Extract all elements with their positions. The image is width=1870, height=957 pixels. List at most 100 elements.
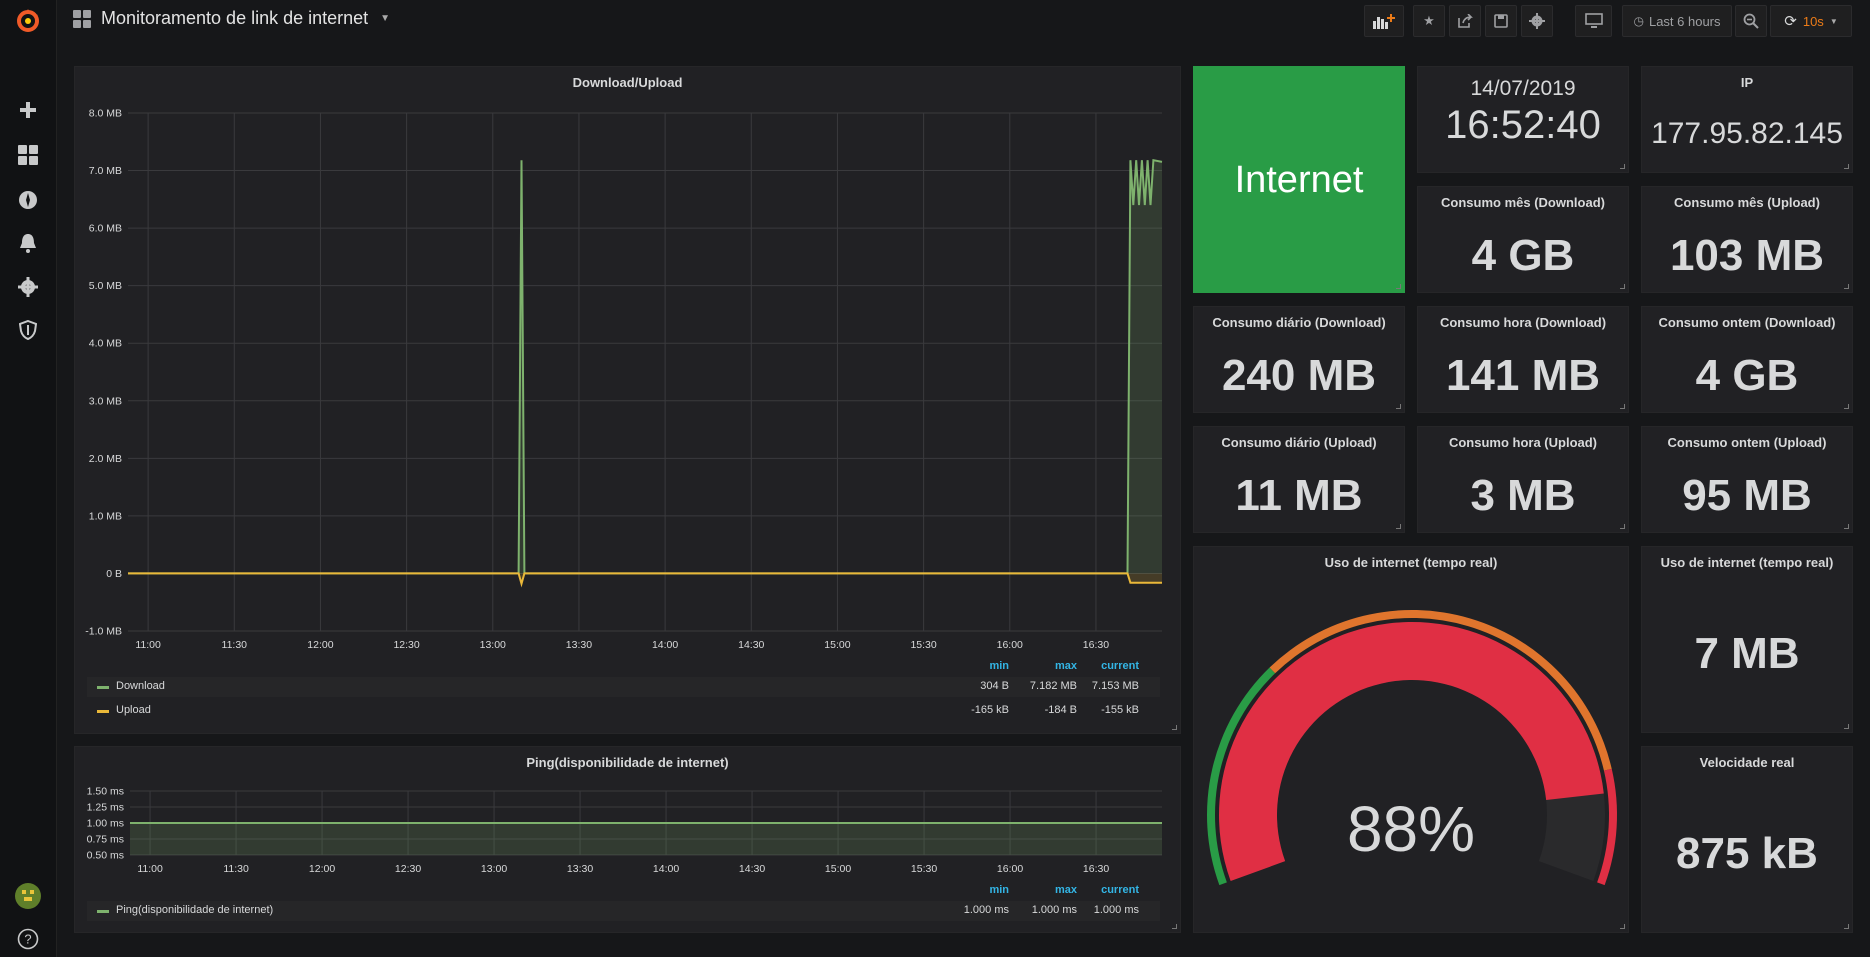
clock-date: 14/07/2019 bbox=[1470, 77, 1576, 100]
legend-series-name[interactable]: Ping(disponibilidade de internet) bbox=[116, 904, 273, 916]
x-tick-label: 16:30 bbox=[1083, 639, 1109, 651]
resize-handle[interactable] bbox=[1396, 404, 1401, 409]
stat-value: 7 MB bbox=[1694, 629, 1800, 678]
legend-header-current[interactable]: current bbox=[1059, 660, 1139, 672]
settings-button[interactable] bbox=[1521, 5, 1553, 37]
internet-status-panel[interactable]: Internet bbox=[1193, 66, 1405, 293]
consumo-diario-upload-panel: Consumo diário (Upload) 11 MB bbox=[1193, 426, 1405, 533]
resize-handle[interactable] bbox=[1844, 284, 1849, 289]
panel-title[interactable]: Consumo mês (Download) bbox=[1418, 195, 1628, 210]
y-tick-label: 3.0 MB bbox=[89, 395, 122, 407]
panel-title[interactable]: Uso de internet (tempo real) bbox=[1642, 555, 1852, 570]
resize-handle[interactable] bbox=[1620, 164, 1625, 169]
panel-title[interactable]: Consumo ontem (Upload) bbox=[1642, 435, 1852, 450]
save-button[interactable] bbox=[1485, 5, 1517, 37]
share-icon bbox=[1458, 14, 1473, 28]
panel-title[interactable]: Consumo hora (Download) bbox=[1418, 315, 1628, 330]
x-tick-label: 13:00 bbox=[481, 863, 507, 875]
resize-handle[interactable] bbox=[1844, 924, 1849, 929]
alerting-icon[interactable] bbox=[13, 228, 43, 258]
consumo-hora-download-panel: Consumo hora (Download) 141 MB bbox=[1417, 306, 1629, 413]
legend-series-name[interactable]: Upload bbox=[116, 704, 151, 716]
star-button[interactable]: ★ bbox=[1413, 5, 1445, 37]
dashboards-icon[interactable] bbox=[13, 140, 43, 170]
consumo-mes-download-panel: Consumo mês (Download) 4 GB bbox=[1417, 186, 1629, 293]
x-tick-label: 16:00 bbox=[997, 639, 1023, 651]
legend-current: 7.153 MB bbox=[1091, 680, 1139, 692]
panel-title[interactable]: Consumo mês (Upload) bbox=[1642, 195, 1852, 210]
resize-handle[interactable] bbox=[1172, 924, 1177, 929]
consumo-ontem-download-panel: Consumo ontem (Download) 4 GB bbox=[1641, 306, 1853, 413]
refresh-button[interactable]: ⟳ 10s ▼ bbox=[1770, 5, 1852, 37]
resize-handle[interactable] bbox=[1396, 284, 1401, 289]
panel-title[interactable]: Consumo diário (Upload) bbox=[1194, 435, 1404, 450]
time-range-label: Last 6 hours bbox=[1648, 13, 1721, 29]
resize-handle[interactable] bbox=[1620, 284, 1625, 289]
help-icon[interactable]: ? bbox=[13, 924, 43, 954]
user-avatar[interactable] bbox=[13, 881, 43, 911]
x-tick-label: 15:00 bbox=[824, 639, 850, 651]
zoom-out-button[interactable] bbox=[1735, 5, 1767, 37]
save-icon bbox=[1494, 14, 1508, 28]
stat-value: 4 GB bbox=[1471, 231, 1575, 280]
y-tick-label: 7.0 MB bbox=[89, 165, 122, 177]
legend-header-current[interactable]: current bbox=[1059, 884, 1139, 896]
refresh-interval[interactable]: 10s bbox=[1803, 14, 1824, 29]
y-tick-label: -1.0 MB bbox=[85, 626, 122, 638]
gauge-value: 88% bbox=[1346, 793, 1476, 865]
ping-chart[interactable]: 1.50 ms 1.25 ms 1.00 ms 0.75 ms 0.50 ms 11:00… bbox=[75, 747, 1182, 882]
resize-handle[interactable] bbox=[1620, 524, 1625, 529]
dashboards-icon bbox=[73, 9, 91, 28]
series-color-swatch[interactable] bbox=[97, 686, 109, 689]
y-tick-label: 0 B bbox=[106, 568, 122, 580]
x-tick-label: 14:30 bbox=[739, 863, 765, 875]
x-tick-label: 12:00 bbox=[307, 639, 333, 651]
panel-title[interactable]: Velocidade real bbox=[1642, 755, 1852, 770]
series-line bbox=[128, 158, 1163, 575]
zoom-out-icon bbox=[1743, 13, 1759, 29]
stat-value: 141 MB bbox=[1445, 351, 1601, 400]
uso-tempo-real-panel: Uso de internet (tempo real) 7 MB bbox=[1641, 546, 1853, 733]
resize-handle[interactable] bbox=[1844, 164, 1849, 169]
panel-title[interactable]: IP bbox=[1642, 75, 1852, 90]
gauge-panel: Uso de internet (tempo real) 88% bbox=[1193, 546, 1629, 933]
svg-text:?: ? bbox=[24, 932, 31, 947]
legend-item-download[interactable]: Download 304 B 7.182 MB 7.153 MB bbox=[87, 677, 1160, 697]
x-tick-label: 13:30 bbox=[567, 863, 593, 875]
x-tick-label: 14:00 bbox=[652, 639, 678, 651]
resize-handle[interactable] bbox=[1620, 404, 1625, 409]
resize-handle[interactable] bbox=[1844, 524, 1849, 529]
grafana-logo-icon[interactable] bbox=[13, 6, 43, 36]
configuration-icon[interactable] bbox=[13, 272, 43, 302]
usage-gauge[interactable] bbox=[1194, 547, 1630, 934]
explore-icon[interactable] bbox=[13, 185, 43, 215]
resize-handle[interactable] bbox=[1844, 404, 1849, 409]
x-tick-label: 15:30 bbox=[910, 639, 936, 651]
legend-series-name[interactable]: Download bbox=[116, 680, 165, 692]
x-tick-label: 11:00 bbox=[137, 863, 163, 875]
x-tick-label: 15:30 bbox=[911, 863, 937, 875]
share-button[interactable] bbox=[1449, 5, 1481, 37]
time-picker-button[interactable]: ◷ Last 6 hours bbox=[1622, 5, 1732, 37]
y-tick-label: 5.0 MB bbox=[89, 280, 122, 292]
series-line bbox=[128, 572, 1162, 588]
resize-handle[interactable] bbox=[1844, 724, 1849, 729]
panel-title[interactable]: Consumo diário (Download) bbox=[1194, 315, 1404, 330]
add-panel-button[interactable] bbox=[1364, 5, 1404, 37]
legend-item-upload[interactable]: Upload -165 kB -184 B -155 kB bbox=[87, 701, 1160, 721]
shield-icon[interactable] bbox=[13, 315, 43, 345]
download-upload-chart[interactable]: 8.0 MB 7.0 MB 6.0 MB 5.0 MB 4.0 MB 3.0 MB 2.0 … bbox=[75, 67, 1182, 657]
series-color-swatch[interactable] bbox=[97, 910, 109, 913]
tv-mode-button[interactable] bbox=[1575, 5, 1612, 37]
panel-title[interactable]: Consumo hora (Upload) bbox=[1418, 435, 1628, 450]
refresh-icon: ⟳ bbox=[1784, 13, 1797, 30]
plus-icon[interactable] bbox=[13, 95, 43, 125]
resize-handle[interactable] bbox=[1620, 924, 1625, 929]
dashboard-picker[interactable]: Monitoramento de link de internet ▼ bbox=[73, 8, 390, 29]
resize-handle[interactable] bbox=[1172, 725, 1177, 730]
series-color-swatch[interactable] bbox=[97, 710, 109, 713]
consumo-hora-upload-panel: Consumo hora (Upload) 3 MB bbox=[1417, 426, 1629, 533]
resize-handle[interactable] bbox=[1396, 524, 1401, 529]
panel-title[interactable]: Consumo ontem (Download) bbox=[1642, 315, 1852, 330]
legend-item-ping[interactable]: Ping(disponibilidade de internet) 1.000 … bbox=[87, 901, 1160, 921]
